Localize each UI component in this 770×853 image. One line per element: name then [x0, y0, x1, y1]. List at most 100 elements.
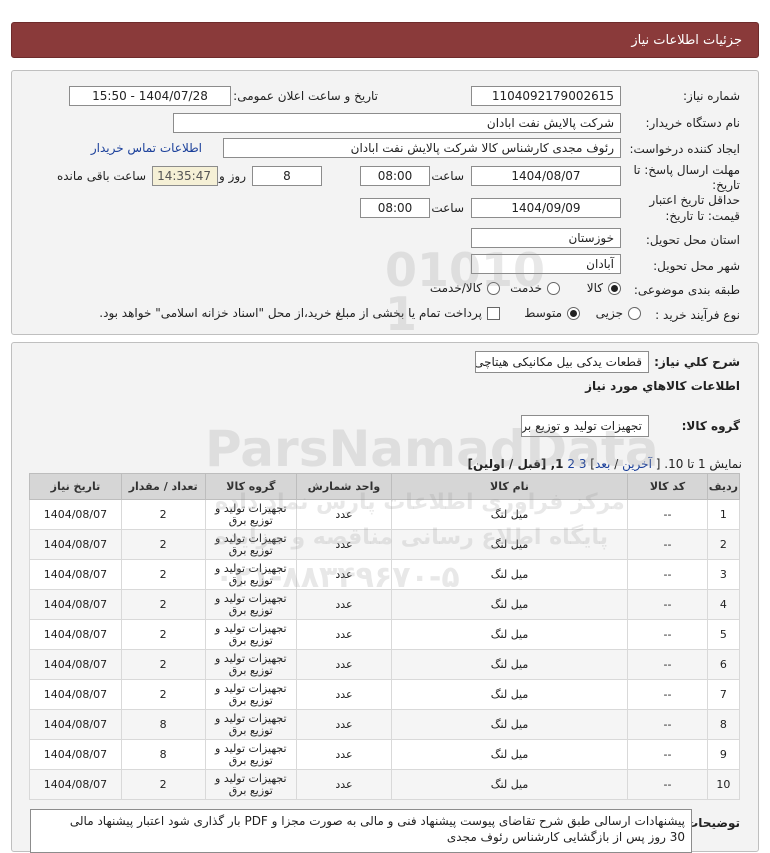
cell-code: -- [627, 649, 708, 680]
cell-quantity: 2 [120, 529, 206, 560]
table-row: 4 -- میل لنگ عدد تجهیزات تولید و توزیع برق 2 1… [29, 589, 741, 620]
col-name: نام کالا [390, 473, 629, 500]
announce-field: 1404/07/28 - 15:50 [69, 86, 231, 106]
cell-unit: عدد [296, 499, 392, 530]
category-option-goods[interactable]: کالا [587, 281, 621, 295]
cell-row: 8 [706, 709, 741, 740]
buyer-notes-box: پیشنهادات ارسالی طبق شرح تقاضای پیوست پی… [30, 809, 692, 853]
city-field: آبادان [471, 254, 621, 274]
col-unit: واحد شمارش [296, 473, 392, 500]
cell-name: میل لنگ [390, 679, 629, 710]
cell-group: تجهیزات تولید و توزیع برق [204, 679, 298, 710]
cell-group: تجهیزات تولید و توزیع برق [204, 529, 298, 560]
cell-name: میل لنگ [390, 619, 629, 650]
cell-code: -- [627, 589, 708, 620]
summary-label: شرح کلي نياز: [654, 355, 740, 369]
cell-unit: عدد [296, 679, 392, 710]
reply-deadline-label-2: تاریخ: [712, 178, 740, 192]
radio-goods[interactable] [608, 282, 621, 295]
cell-code: -- [627, 679, 708, 710]
table-header-row: ردیف کد کالا نام کالا واحد شمارش گروه کا… [29, 473, 741, 500]
col-date: تاریخ نیاز [29, 473, 122, 500]
goods-group-field: تجهیزات تولید و توزیع برق [521, 415, 649, 437]
reply-deadline-label: مهلت ارسال پاسخ: تا [633, 163, 740, 177]
pagination-prefix: نمایش 1 تا 10. [ [655, 457, 742, 471]
cell-quantity: 2 [120, 499, 206, 530]
cell-unit: عدد [296, 649, 392, 680]
cell-code: -- [627, 529, 708, 560]
radio-goods-service[interactable] [487, 282, 500, 295]
cell-name: میل لنگ [390, 559, 629, 590]
radio-minor[interactable] [628, 307, 641, 320]
cell-group: تجهیزات تولید و توزیع برق [204, 769, 298, 800]
cell-name: میل لنگ [390, 649, 629, 680]
cell-code: -- [627, 739, 708, 770]
process-label: نوع فرآیند خرید : [655, 308, 740, 322]
pagination-next[interactable]: بعد [595, 457, 610, 471]
radio-medium[interactable] [567, 307, 580, 320]
process-option-minor[interactable]: جزیی [596, 306, 641, 320]
buyer-org-label: نام دستگاه خریدار: [645, 116, 741, 130]
cell-date: 1404/08/07 [29, 769, 122, 800]
cell-row: 1 [706, 499, 741, 530]
goods-info-title: اطلاعات کالاهاي مورد نياز [585, 379, 740, 393]
pagination-last[interactable]: آخرین [622, 457, 652, 471]
cell-name: میل لنگ [390, 709, 629, 740]
cell-row: 7 [706, 679, 741, 710]
cell-row: 9 [706, 739, 741, 770]
cell-group: تجهیزات تولید و توزیع برق [204, 709, 298, 740]
days-remaining-field: 8 [252, 166, 322, 186]
radio-service[interactable] [547, 282, 560, 295]
cell-row: 3 [706, 559, 741, 590]
remaining-label: ساعت باقی مانده [56, 169, 146, 183]
remaining-time-field: 14:35:47 [152, 166, 218, 186]
buyer-contact-link[interactable]: اطلاعات تماس خریدار [91, 141, 202, 155]
pagination-rest: 1, [قبل / اولین] [467, 457, 564, 471]
announce-label: تاریخ و ساعت اعلان عمومی: [233, 89, 378, 103]
days-label: روز و [219, 169, 246, 183]
page-header: جزئیات اطلاعات نیاز [11, 22, 759, 58]
goods-group-label: گروه کالا: [681, 419, 740, 433]
cell-code: -- [627, 499, 708, 530]
pagination-page-2[interactable]: 2 [567, 457, 575, 471]
category-option-goods-service[interactable]: کالا/خدمت [430, 281, 500, 295]
validity-label: حداقل تاریخ اعتبار [649, 193, 740, 207]
table-row: 7 -- میل لنگ عدد تجهیزات تولید و توزیع برق 2 1… [29, 679, 741, 710]
validity-date-field: 1404/09/09 [471, 198, 621, 218]
cell-row: 2 [706, 529, 741, 560]
cell-row: 4 [706, 589, 741, 620]
cell-name: میل لنگ [390, 589, 629, 620]
category-option-service[interactable]: خدمت [510, 281, 560, 295]
province-field: خوزستان [471, 228, 621, 248]
cell-unit: عدد [296, 589, 392, 620]
cell-unit: عدد [296, 559, 392, 590]
treasury-payment-option[interactable]: پرداخت تمام یا بخشی از مبلغ خرید،از محل … [99, 306, 500, 320]
buyer-notes-line-2: 30 روز پس از بازگشایی کارشناس رئوف مجدی [446, 830, 685, 844]
need-info-panel: شماره نیاز: 1104092179002615 تاریخ و ساع… [11, 70, 759, 335]
province-label: استان محل تحویل: [645, 233, 740, 247]
cell-date: 1404/08/07 [29, 529, 122, 560]
cell-date: 1404/08/07 [29, 559, 122, 590]
summary-field: قطعات يدکی بیل مکانیکی هیتاچی [475, 351, 649, 373]
cell-code: -- [627, 709, 708, 740]
page-title: جزئیات اطلاعات نیاز [631, 33, 742, 48]
process-option-medium[interactable]: متوسط [524, 306, 580, 320]
cell-date: 1404/08/07 [29, 499, 122, 530]
cell-code: -- [627, 619, 708, 650]
col-code: کد کالا [627, 473, 708, 500]
cell-quantity: 2 [120, 559, 206, 590]
treasury-checkbox[interactable] [487, 307, 500, 320]
cell-name: میل لنگ [390, 529, 629, 560]
cell-date: 1404/08/07 [29, 709, 122, 740]
cell-name: میل لنگ [390, 769, 629, 800]
cell-group: تجهیزات تولید و توزیع برق [204, 559, 298, 590]
cell-group: تجهیزات تولید و توزیع برق [204, 649, 298, 680]
cell-date: 1404/08/07 [29, 649, 122, 680]
table-row: 5 -- میل لنگ عدد تجهیزات تولید و توزیع برق 2 1… [29, 619, 741, 650]
pagination-page-3[interactable]: 3 [579, 457, 587, 471]
reply-time-label: ساعت [431, 169, 464, 183]
validity-time-label: ساعت [431, 201, 464, 215]
need-number-field: 1104092179002615 [471, 86, 621, 106]
col-row: ردیف [706, 473, 741, 500]
cell-code: -- [627, 559, 708, 590]
